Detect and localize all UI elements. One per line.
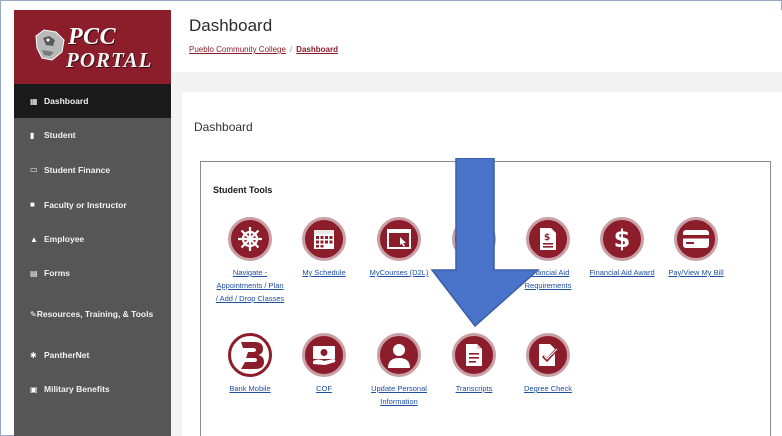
student-tools-title: Student Tools bbox=[213, 185, 273, 195]
credit-card-icon bbox=[674, 217, 718, 261]
sidebar-item-employee[interactable]: ▲ Employee bbox=[14, 222, 171, 256]
ship-wheel-icon bbox=[228, 217, 272, 261]
pointer-arrow-icon bbox=[430, 158, 540, 328]
sidebar-item-label: Student Finance bbox=[44, 164, 111, 175]
sidebar-item-label: ✎Resources, Training, & Tools bbox=[30, 307, 161, 322]
sidebar-item-forms[interactable]: ▤ Forms bbox=[14, 256, 171, 290]
person-icon: ▲ bbox=[30, 234, 38, 244]
tool-label[interactable]: Financial Aid Award bbox=[587, 266, 657, 279]
user-icon bbox=[377, 333, 421, 377]
wrench-icon: ✎ bbox=[30, 309, 37, 319]
tool-mycourses[interactable]: MyCourses (D2L) bbox=[364, 217, 434, 279]
card-icon: ▭ bbox=[30, 165, 38, 174]
bank-mobile-icon bbox=[228, 333, 272, 377]
tool-label[interactable]: My Schedule bbox=[289, 266, 359, 279]
briefcase-icon: ■ bbox=[30, 200, 35, 209]
sidebar-item-faculty-or-instructor[interactable]: ■ Faculty or Instructor bbox=[14, 187, 171, 222]
panel-title: Dashboard bbox=[194, 120, 253, 134]
tool-bank-mobile[interactable]: Bank Mobile bbox=[215, 333, 285, 395]
grid-icon: ▦ bbox=[30, 96, 38, 106]
sidebar-item-label: Employee bbox=[44, 234, 85, 244]
gear-icon: ✱ bbox=[30, 350, 37, 360]
sidebar-item-military-benefits[interactable]: ▣ Military Benefits bbox=[14, 372, 171, 406]
tool-navigate[interactable]: Navigate - Appointments / Plan / Add / D… bbox=[215, 217, 285, 305]
sidebar-item-label: Faculty or Instructor bbox=[44, 199, 127, 210]
tool-label[interactable]: COF bbox=[289, 382, 359, 395]
sidebar-item-dashboard[interactable]: ▦ Dashboard bbox=[14, 84, 171, 118]
sidebar-nav: ▦ Dashboard ▮ Student ▭ Student Finance … bbox=[14, 84, 171, 406]
transcript-icon bbox=[452, 333, 496, 377]
tool-label[interactable]: Bank Mobile bbox=[215, 382, 285, 395]
pcc-portal-logo[interactable]: PCC PORTAL bbox=[14, 10, 171, 84]
tool-label[interactable]: Navigate - Appointments / Plan / Add / D… bbox=[215, 266, 285, 305]
sidebar-item-label: Military Benefits bbox=[44, 384, 110, 394]
tool-label[interactable]: Degree Check bbox=[513, 382, 583, 395]
browser-window-icon bbox=[377, 217, 421, 261]
tool-update-personal-information[interactable]: Update Personal Information bbox=[364, 333, 434, 408]
breadcrumb-link-dashboard[interactable]: Dashboard bbox=[296, 45, 338, 54]
tool-label[interactable]: Update Personal Information bbox=[364, 382, 434, 408]
panther-logo-icon bbox=[35, 29, 65, 61]
tool-pay-view-my-bill[interactable]: Pay/View My Bill bbox=[661, 217, 731, 279]
breadcrumb-link-pcc[interactable]: Pueblo Community College bbox=[189, 45, 286, 54]
page-header: Dashboard Pueblo Community College / Dashb… bbox=[171, 10, 782, 72]
flag-icon: ▣ bbox=[30, 384, 38, 394]
sidebar-item-label: Dashboard bbox=[44, 96, 89, 106]
money-icon bbox=[302, 333, 346, 377]
sidebar-item-student-finance[interactable]: ▭ Student Finance bbox=[14, 152, 171, 187]
page-title: Dashboard bbox=[189, 16, 273, 35]
sidebar-item-label-text: Resources, Training, & Tools bbox=[36, 308, 154, 319]
tool-label[interactable]: Transcripts bbox=[439, 382, 509, 395]
tool-transcripts[interactable]: Transcripts bbox=[439, 333, 509, 395]
svg-text:$: $ bbox=[544, 233, 550, 243]
tool-label[interactable]: MyCourses (D2L) bbox=[364, 266, 434, 279]
clipboard-icon: ▤ bbox=[30, 268, 38, 278]
book-icon: ▮ bbox=[30, 130, 35, 140]
tool-label[interactable]: Pay/View My Bill bbox=[661, 266, 731, 279]
dollar-icon: $ bbox=[600, 217, 644, 261]
tool-my-schedule[interactable]: My Schedule bbox=[289, 217, 359, 279]
tool-financial-aid-award[interactable]: $ Financial Aid Award bbox=[587, 217, 657, 279]
sidebar-item-panthernet[interactable]: ✱ PantherNet bbox=[14, 338, 171, 372]
breadcrumb-separator: / bbox=[289, 45, 293, 54]
sidebar-item-resources-training-tools[interactable]: ✎Resources, Training, & Tools bbox=[14, 290, 171, 338]
sidebar-item-label: Forms bbox=[44, 268, 70, 278]
sidebar-item-label: Student bbox=[44, 130, 76, 140]
sidebar-item-label: PantherNet bbox=[44, 350, 90, 360]
logo-text-portal: PORTAL bbox=[66, 48, 153, 72]
sidebar: PCC PORTAL ▦ Dashboard ▮ Student ▭ Stude… bbox=[14, 10, 171, 436]
breadcrumb: Pueblo Community College / Dashboard bbox=[189, 45, 338, 54]
sidebar-item-student[interactable]: ▮ Student bbox=[14, 118, 171, 152]
calendar-icon bbox=[302, 217, 346, 261]
tool-cof[interactable]: COF bbox=[289, 333, 359, 395]
checklist-icon bbox=[526, 333, 570, 377]
logo-text-pcc: PCC bbox=[68, 24, 117, 50]
tool-degree-check[interactable]: Degree Check bbox=[513, 333, 583, 395]
